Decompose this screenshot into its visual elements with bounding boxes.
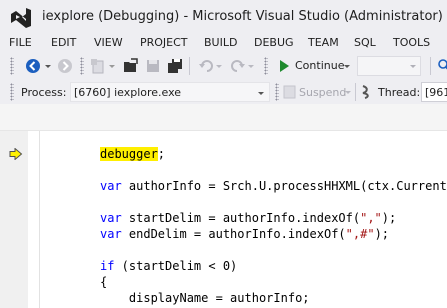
- code-editor[interactable]: [0, 104, 447, 308]
- code-text: (startDelim < 0): [114, 259, 238, 273]
- undo-icon[interactable]: [198, 58, 214, 74]
- forward-icon[interactable]: [57, 58, 73, 74]
- process-select[interactable]: [6760] iexplore.exe: [70, 82, 270, 102]
- menu-edit[interactable]: EDIT: [51, 34, 76, 52]
- window-title: iexplore (Debugging) - Microsoft Visual …: [42, 9, 443, 24]
- code-keyword: var: [100, 179, 122, 193]
- code-text: );: [381, 211, 397, 225]
- continue-dropdown-icon[interactable]: [343, 58, 351, 74]
- back-icon[interactable]: [25, 58, 41, 74]
- thread-icon: [362, 85, 369, 99]
- toolbar-grip[interactable]: [275, 83, 279, 101]
- code-line[interactable]: var authorInfo = Srch.U.processHHXML(ctx…: [100, 179, 447, 193]
- code-keyword: var: [100, 227, 122, 241]
- code-text: startDelim = authorInfo.indexOf(: [121, 211, 361, 225]
- toolbar-separator: [189, 57, 190, 75]
- new-project-dropdown-icon[interactable]: [108, 58, 116, 74]
- menu-sql[interactable]: SQL: [354, 34, 376, 52]
- toolbar-grip[interactable]: [10, 57, 14, 75]
- open-file-icon[interactable]: [123, 58, 139, 74]
- code-keyword: if: [100, 259, 115, 273]
- menu-view[interactable]: VIEW: [94, 34, 123, 52]
- save-all-icon[interactable]: [167, 58, 183, 74]
- code-text: authorInfo = Srch.U.processHHXML(ctx.Cur…: [121, 179, 447, 193]
- thread-label: Thread:: [378, 86, 421, 99]
- code-keyword: var: [100, 211, 122, 225]
- process-label: Process:: [21, 86, 67, 99]
- code-text: endDelim = authorInfo.indexOf(: [121, 227, 346, 241]
- menu-bar: FILE EDIT VIEW PROJECT BUILD DEBUG TEAM …: [0, 34, 447, 52]
- code-line[interactable]: debugger;: [100, 147, 165, 161]
- process-value: [6760] iexplore.exe: [74, 86, 182, 99]
- current-statement-token: debugger: [100, 147, 158, 161]
- code-line[interactable]: if (startDelim < 0): [100, 259, 237, 273]
- code-text: );: [374, 227, 390, 241]
- suspend-button[interactable]: Suspend: [299, 86, 346, 99]
- find-icon[interactable]: [437, 58, 447, 74]
- code-line[interactable]: displayName = authorInfo;: [100, 291, 310, 305]
- toolbar-grip[interactable]: [10, 83, 14, 101]
- new-project-icon[interactable]: [90, 58, 106, 74]
- debug-location-toolbar: Process: [6760] iexplore.exe Suspend Thr…: [0, 80, 447, 104]
- continue-button[interactable]: Continue: [295, 59, 344, 72]
- code-text: ;: [157, 147, 166, 161]
- chevron-down-icon: [258, 92, 264, 95]
- redo-icon[interactable]: [230, 58, 246, 74]
- menu-tools[interactable]: TOOLS: [393, 34, 430, 52]
- toolbar-grip[interactable]: [80, 57, 84, 75]
- menu-file[interactable]: FILE: [9, 34, 32, 52]
- code-string: ",": [360, 211, 382, 225]
- menu-debug[interactable]: DEBUG: [254, 34, 294, 52]
- menu-project[interactable]: PROJECT: [140, 34, 188, 52]
- save-icon[interactable]: [145, 58, 161, 74]
- code-string: ",#": [345, 227, 375, 241]
- continue-play-icon[interactable]: [276, 58, 292, 74]
- suspend-dropdown-icon[interactable]: [344, 84, 352, 100]
- thread-value: [961: [425, 86, 447, 99]
- code-line[interactable]: var endDelim = authorInfo.indexOf(",#");: [100, 227, 389, 241]
- menu-build[interactable]: BUILD: [204, 34, 237, 52]
- undo-dropdown-icon[interactable]: [215, 58, 223, 74]
- redo-dropdown-icon[interactable]: [247, 58, 255, 74]
- code-text: displayName = authorInfo;: [128, 291, 310, 305]
- solution-platforms-combo[interactable]: [357, 56, 421, 76]
- toolbar-separator: [355, 83, 356, 101]
- editor-navigation-bar: [0, 104, 447, 131]
- thread-select[interactable]: [961: [421, 82, 447, 102]
- back-dropdown-icon[interactable]: [44, 58, 52, 74]
- code-text: {: [100, 275, 108, 289]
- current-statement-arrow-icon: [9, 148, 23, 160]
- chevron-down-icon: [410, 65, 416, 68]
- toolbar-grip[interactable]: [264, 57, 268, 75]
- visual-studio-logo-icon: [11, 8, 31, 28]
- suspend-thread-icon: [283, 85, 296, 99]
- standard-toolbar: Continue: [0, 52, 447, 80]
- menu-team[interactable]: TEAM: [308, 34, 339, 52]
- toolbar-separator: [430, 57, 431, 75]
- code-line[interactable]: {: [100, 275, 107, 289]
- code-line[interactable]: var startDelim = authorInfo.indexOf(",")…: [100, 211, 396, 225]
- line-margin-divider: [39, 131, 40, 308]
